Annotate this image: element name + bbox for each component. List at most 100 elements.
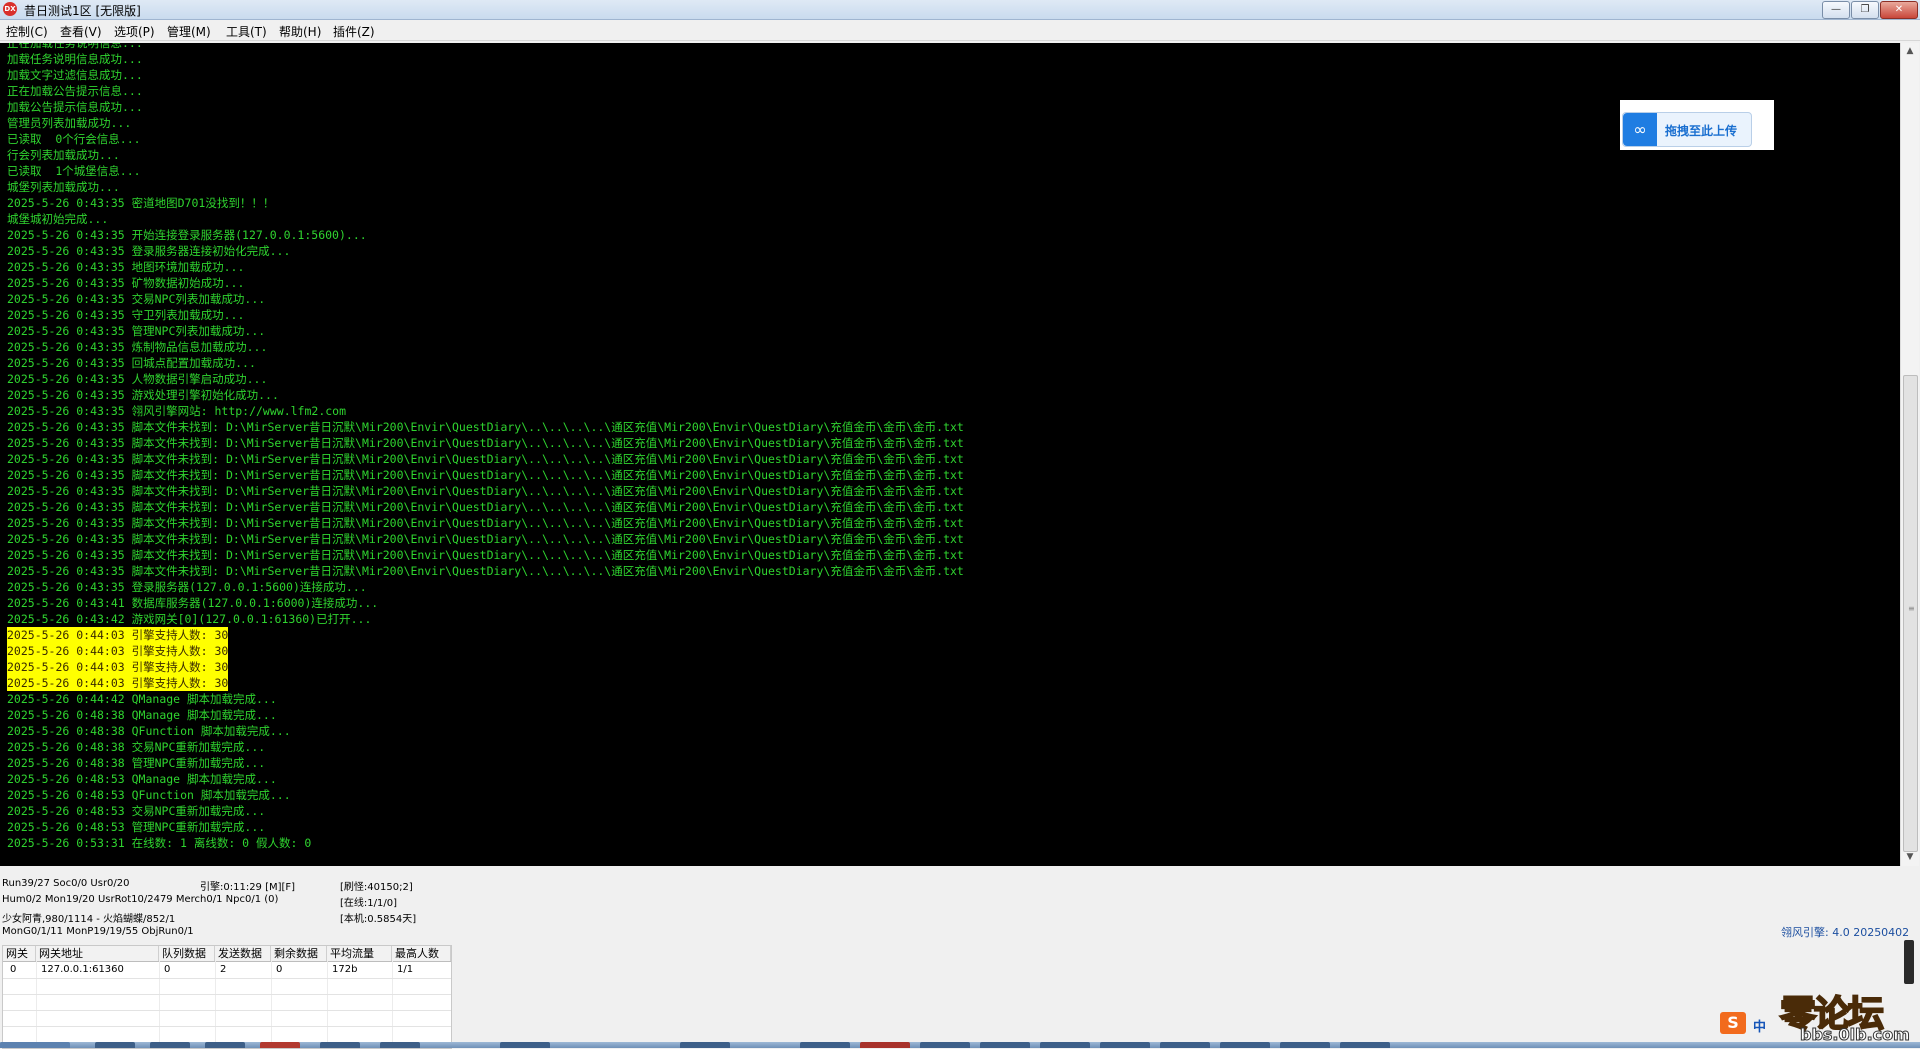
menu-bar: 控制(C) 查看(V) 选项(P) 管理(M) 工具(T) 帮助(H) 插件(Z…	[0, 20, 1920, 41]
taskbar-item[interactable]	[680, 1042, 730, 1048]
table-cell[interactable]: 127.0.0.1:61360	[41, 964, 124, 975]
log-line: 加载任务说明信息成功...	[7, 52, 143, 66]
taskbar-item[interactable]	[205, 1042, 245, 1048]
table-cell[interactable]: 0	[164, 964, 170, 975]
col-address[interactable]: 网关地址	[36, 946, 159, 961]
taskbar-item[interactable]	[1100, 1042, 1150, 1048]
status-mon: MonG0/1/11 MonP19/19/55 ObjRun0/1	[2, 926, 194, 937]
log-line: 2025-5-26 0:48:53 管理NPC重新加载完成...	[7, 820, 266, 834]
log-line: 2025-5-26 0:43:35 开始连接登录服务器(127.0.0.1:56…	[7, 228, 367, 242]
log-line: 2025-5-26 0:53:31 在线数: 1 离线数: 0 假人数: 0	[7, 836, 312, 850]
minimize-button[interactable]: —	[1822, 1, 1850, 19]
log-line: 2025-5-26 0:43:35 脚本文件未找到: D:\MirServer昔…	[7, 468, 964, 482]
log-line: 2025-5-26 0:43:42 游戏网关[0](127.0.0.1:6136…	[7, 612, 372, 626]
log-line: 正在加载任务说明信息...	[7, 43, 143, 50]
menu-plugins[interactable]: 插件(Z)	[333, 23, 375, 40]
status-refresh: [刷怪:40150;2]	[340, 882, 413, 893]
taskbar-item[interactable]	[260, 1042, 300, 1048]
status-player: 少女阿青,980/1114 - 火焰蝴蝶/852/1	[2, 914, 176, 925]
log-line: 2025-5-26 0:43:35 人物数据引擎启动成功...	[7, 372, 268, 386]
log-line: 城堡城初始完成...	[7, 212, 109, 226]
status-run: Run39/27 Soc0/0 Usr0/20	[2, 878, 130, 889]
taskbar-item[interactable]	[1340, 1042, 1390, 1048]
menu-manage[interactable]: 管理(M)	[167, 23, 211, 40]
title-bar: DX 昔日测试1区 [无限版] — ❐ ✕	[0, 0, 1920, 20]
menu-tools[interactable]: 工具(T)	[226, 23, 267, 40]
log-line: 加载公告提示信息成功...	[7, 100, 143, 114]
log-line: 2025-5-26 0:43:35 翎风引擎网站: http://www.lfm…	[7, 404, 347, 418]
menu-view[interactable]: 查看(V)	[60, 23, 102, 40]
menu-options[interactable]: 选项(P)	[114, 23, 155, 40]
console-scrollbar[interactable]: ▲ ≡ ▼	[1900, 43, 1919, 866]
taskbar-item[interactable]	[800, 1042, 850, 1048]
ime-logo-icon[interactable]: S	[1720, 1012, 1746, 1034]
col-queue[interactable]: 队列数据	[159, 946, 215, 961]
log-line: 2025-5-26 0:43:35 脚本文件未找到: D:\MirServer昔…	[7, 420, 964, 434]
log-line: 2025-5-26 0:48:53 QManage 脚本加载完成...	[7, 772, 277, 786]
taskbar-item[interactable]	[1280, 1042, 1330, 1048]
log-line: 2025-5-26 0:48:38 管理NPC重新加载完成...	[7, 756, 266, 770]
col-max-users[interactable]: 最高人数	[392, 946, 451, 961]
scroll-down-icon[interactable]: ▼	[1901, 849, 1919, 865]
taskbar-item[interactable]	[500, 1042, 550, 1048]
scroll-thumb[interactable]: ≡	[1903, 375, 1918, 852]
log-line: 2025-5-26 0:44:42 QManage 脚本加载完成...	[7, 692, 277, 706]
log-line: 2025-5-26 0:43:35 密道地图D701没找到！！！	[7, 196, 275, 210]
log-line: 2025-5-26 0:43:35 矿物数据初始成功...	[7, 276, 245, 290]
taskbar-item[interactable]	[1040, 1042, 1090, 1048]
taskbar-item[interactable]	[1220, 1042, 1270, 1048]
log-line: 管理员列表加载成功...	[7, 116, 132, 130]
log-line: 2025-5-26 0:48:53 QFunction 脚本加载完成...	[7, 788, 291, 802]
start-button[interactable]	[0, 1042, 70, 1048]
col-gateway[interactable]: 网关	[3, 946, 36, 961]
taskbar-item[interactable]	[980, 1042, 1030, 1048]
status-online: [在线:1/1/0]	[340, 898, 397, 909]
col-avg-traffic[interactable]: 平均流量	[327, 946, 392, 961]
upload-button[interactable]: ∞ 拖拽至此上传	[1622, 112, 1752, 147]
table-cell[interactable]: 0	[276, 964, 282, 975]
taskbar-item[interactable]	[380, 1042, 420, 1048]
log-line: 2025-5-26 0:48:38 QFunction 脚本加载完成...	[7, 724, 291, 738]
log-console[interactable]: 正在加载任务说明信息... 加载任务说明信息成功... 加载文字过滤信息成功... 正…	[0, 43, 1900, 866]
gateway-table[interactable]: 网关 网关地址 队列数据 发送数据 剩余数据 平均流量 最高人数 0 127.0…	[2, 945, 452, 1049]
log-line: 2025-5-26 0:44:03 引擎支持人数: 30	[7, 643, 229, 659]
taskbar-item[interactable]	[1160, 1042, 1210, 1048]
taskbar-item[interactable]	[150, 1042, 190, 1048]
taskbar-item[interactable]	[920, 1042, 970, 1048]
scroll-up-icon[interactable]: ▲	[1901, 43, 1919, 59]
log-line: 城堡列表加载成功...	[7, 180, 120, 194]
close-button[interactable]: ✕	[1880, 1, 1918, 19]
grip-icon: ≡	[1908, 604, 1915, 613]
table-header: 网关 网关地址 队列数据 发送数据 剩余数据 平均流量 最高人数	[3, 946, 451, 962]
maximize-button[interactable]: ❐	[1851, 1, 1879, 19]
log-line: 已读取 0个行会信息...	[7, 132, 141, 146]
side-scroll-handle[interactable]	[1904, 940, 1914, 984]
taskbar-item[interactable]	[95, 1042, 135, 1048]
log-line: 2025-5-26 0:43:35 管理NPC列表加载成功...	[7, 324, 266, 338]
menu-control[interactable]: 控制(C)	[6, 23, 48, 40]
taskbar-item[interactable]	[860, 1042, 910, 1048]
upload-label: 拖拽至此上传	[1665, 124, 1738, 138]
window-title: 昔日测试1区 [无限版]	[24, 4, 141, 18]
log-line: 2025-5-26 0:43:35 脚本文件未找到: D:\MirServer昔…	[7, 484, 964, 498]
status-panel: Run39/27 Soc0/0 Usr0/20 引擎:0:11:29 [M][F…	[0, 868, 1920, 945]
table-cell[interactable]: 2	[220, 964, 226, 975]
table-cell[interactable]: 1/1	[397, 964, 413, 975]
log-line: 2025-5-26 0:44:03 引擎支持人数: 30	[7, 627, 229, 643]
log-line: 2025-5-26 0:43:41 数据库服务器(127.0.0.1:6000)…	[7, 596, 379, 610]
app-icon: DX	[3, 2, 17, 16]
log-line: 2025-5-26 0:43:35 游戏处理引擎初始化成功...	[7, 388, 279, 402]
ime-language[interactable]: 中	[1753, 1016, 1766, 1035]
log-line: 2025-5-26 0:44:03 引擎支持人数: 30	[7, 675, 229, 691]
col-sent[interactable]: 发送数据	[215, 946, 271, 961]
table-cell[interactable]: 0	[10, 964, 16, 975]
taskbar-item[interactable]	[320, 1042, 360, 1048]
engine-version: 翎风引擎: 4.0 20250402	[1781, 926, 1910, 939]
menu-help[interactable]: 帮助(H)	[279, 23, 321, 40]
log-line: 2025-5-26 0:43:35 地图环境加载成功...	[7, 260, 245, 274]
table-cell[interactable]: 172b	[332, 964, 357, 975]
status-machine: [本机:0.5854天]	[340, 914, 417, 925]
col-remaining[interactable]: 剩余数据	[271, 946, 327, 961]
log-line: 2025-5-26 0:43:35 守卫列表加载成功...	[7, 308, 245, 322]
log-line: 2025-5-26 0:43:35 炼制物品信息加载成功...	[7, 340, 268, 354]
